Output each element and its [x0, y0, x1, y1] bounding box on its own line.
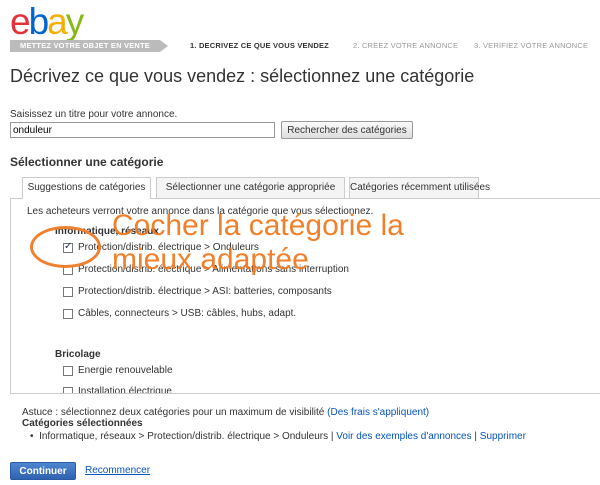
checkbox-icon[interactable]	[63, 386, 73, 393]
section-title: Sélectionner une catégorie	[10, 155, 164, 169]
see-examples-link[interactable]: Voir des exemples d'annonces	[336, 431, 471, 442]
step-3-verify: 3. VERIFIEZ VOTRE ANNONCE	[474, 41, 589, 50]
title-input[interactable]	[10, 122, 275, 138]
checkbox-icon[interactable]	[63, 286, 73, 297]
tab-recent-categories[interactable]: Catégories récemment utilisées	[349, 177, 490, 198]
bullet-icon: •	[30, 431, 40, 442]
category-option-label: Câbles, connecteurs > USB: câbles, hubs,…	[78, 308, 297, 319]
sell-item-step-label: METTEZ VOTRE OBJET EN VENTE	[10, 40, 160, 52]
search-categories-button[interactable]: Rechercher des catégories	[281, 121, 413, 139]
ebay-logo[interactable]: ebay	[10, 1, 84, 42]
category-option[interactable]: Câbles, connecteurs > USB: câbles, hubs,…	[63, 308, 296, 319]
category-option[interactable]: Protection/distrib. électrique > ASI: ba…	[63, 286, 332, 297]
progress-steps: METTEZ VOTRE OBJET EN VENTE 1. DECRIVEZ …	[10, 40, 590, 52]
checkbox-icon[interactable]	[63, 308, 73, 319]
tip-label: Astuce : sélectionnez deux catégories po…	[22, 407, 328, 418]
logo-letter-y: y	[65, 1, 84, 42]
category-option-label: Protection/distrib. électrique > ASI: ba…	[78, 286, 332, 297]
continue-button[interactable]: Continuer	[10, 462, 76, 480]
annotation-line-2: mieux adaptée	[112, 243, 309, 276]
step-arrow-icon	[160, 40, 168, 52]
selected-categories-label: Catégories sélectionnées	[22, 418, 143, 429]
tip-text: Astuce : sélectionnez deux catégories po…	[22, 407, 429, 418]
category-option-label: Energie renouvelable	[78, 365, 173, 376]
category-option[interactable]: Installation électrique	[63, 386, 172, 394]
group-title-bricolage: Bricolage	[55, 349, 101, 360]
annotation-circle	[30, 226, 101, 268]
restart-link[interactable]: Recommencer	[85, 465, 150, 476]
tab-select-category[interactable]: Sélectionner une catégorie appropriée	[156, 177, 345, 198]
delete-link[interactable]: Supprimer	[480, 431, 526, 442]
step-1-describe: 1. DECRIVEZ CE QUE VOUS VENDEZ	[190, 41, 329, 50]
selected-category-item: • Informatique, réseaux > Protection/dis…	[30, 431, 526, 442]
checkbox-icon[interactable]	[63, 365, 73, 376]
page-title: Décrivez ce que vous vendez : sélectionn…	[10, 66, 475, 86]
step-2-create: 2. CREEZ VOTRE ANNONCE	[353, 41, 459, 50]
selected-category-path: Informatique, réseaux > Protection/distr…	[39, 431, 329, 442]
fees-link[interactable]: (Des frais s'appliquent)	[327, 407, 429, 418]
title-field-label: Saisissez un titre pour votre annonce.	[10, 109, 178, 120]
logo-letter-e: e	[10, 1, 31, 42]
category-option[interactable]: Energie renouvelable	[63, 365, 173, 376]
logo-letter-b: b	[28, 1, 50, 42]
tab-suggestions[interactable]: Suggestions de catégories	[22, 177, 151, 199]
annotation-line-1: Cocher la catégorie la	[112, 209, 404, 242]
category-option-label: Installation électrique	[78, 386, 172, 394]
annotation-text: Cocher la catégorie la mieux adaptée	[112, 209, 512, 276]
logo-letter-a: a	[47, 1, 68, 42]
